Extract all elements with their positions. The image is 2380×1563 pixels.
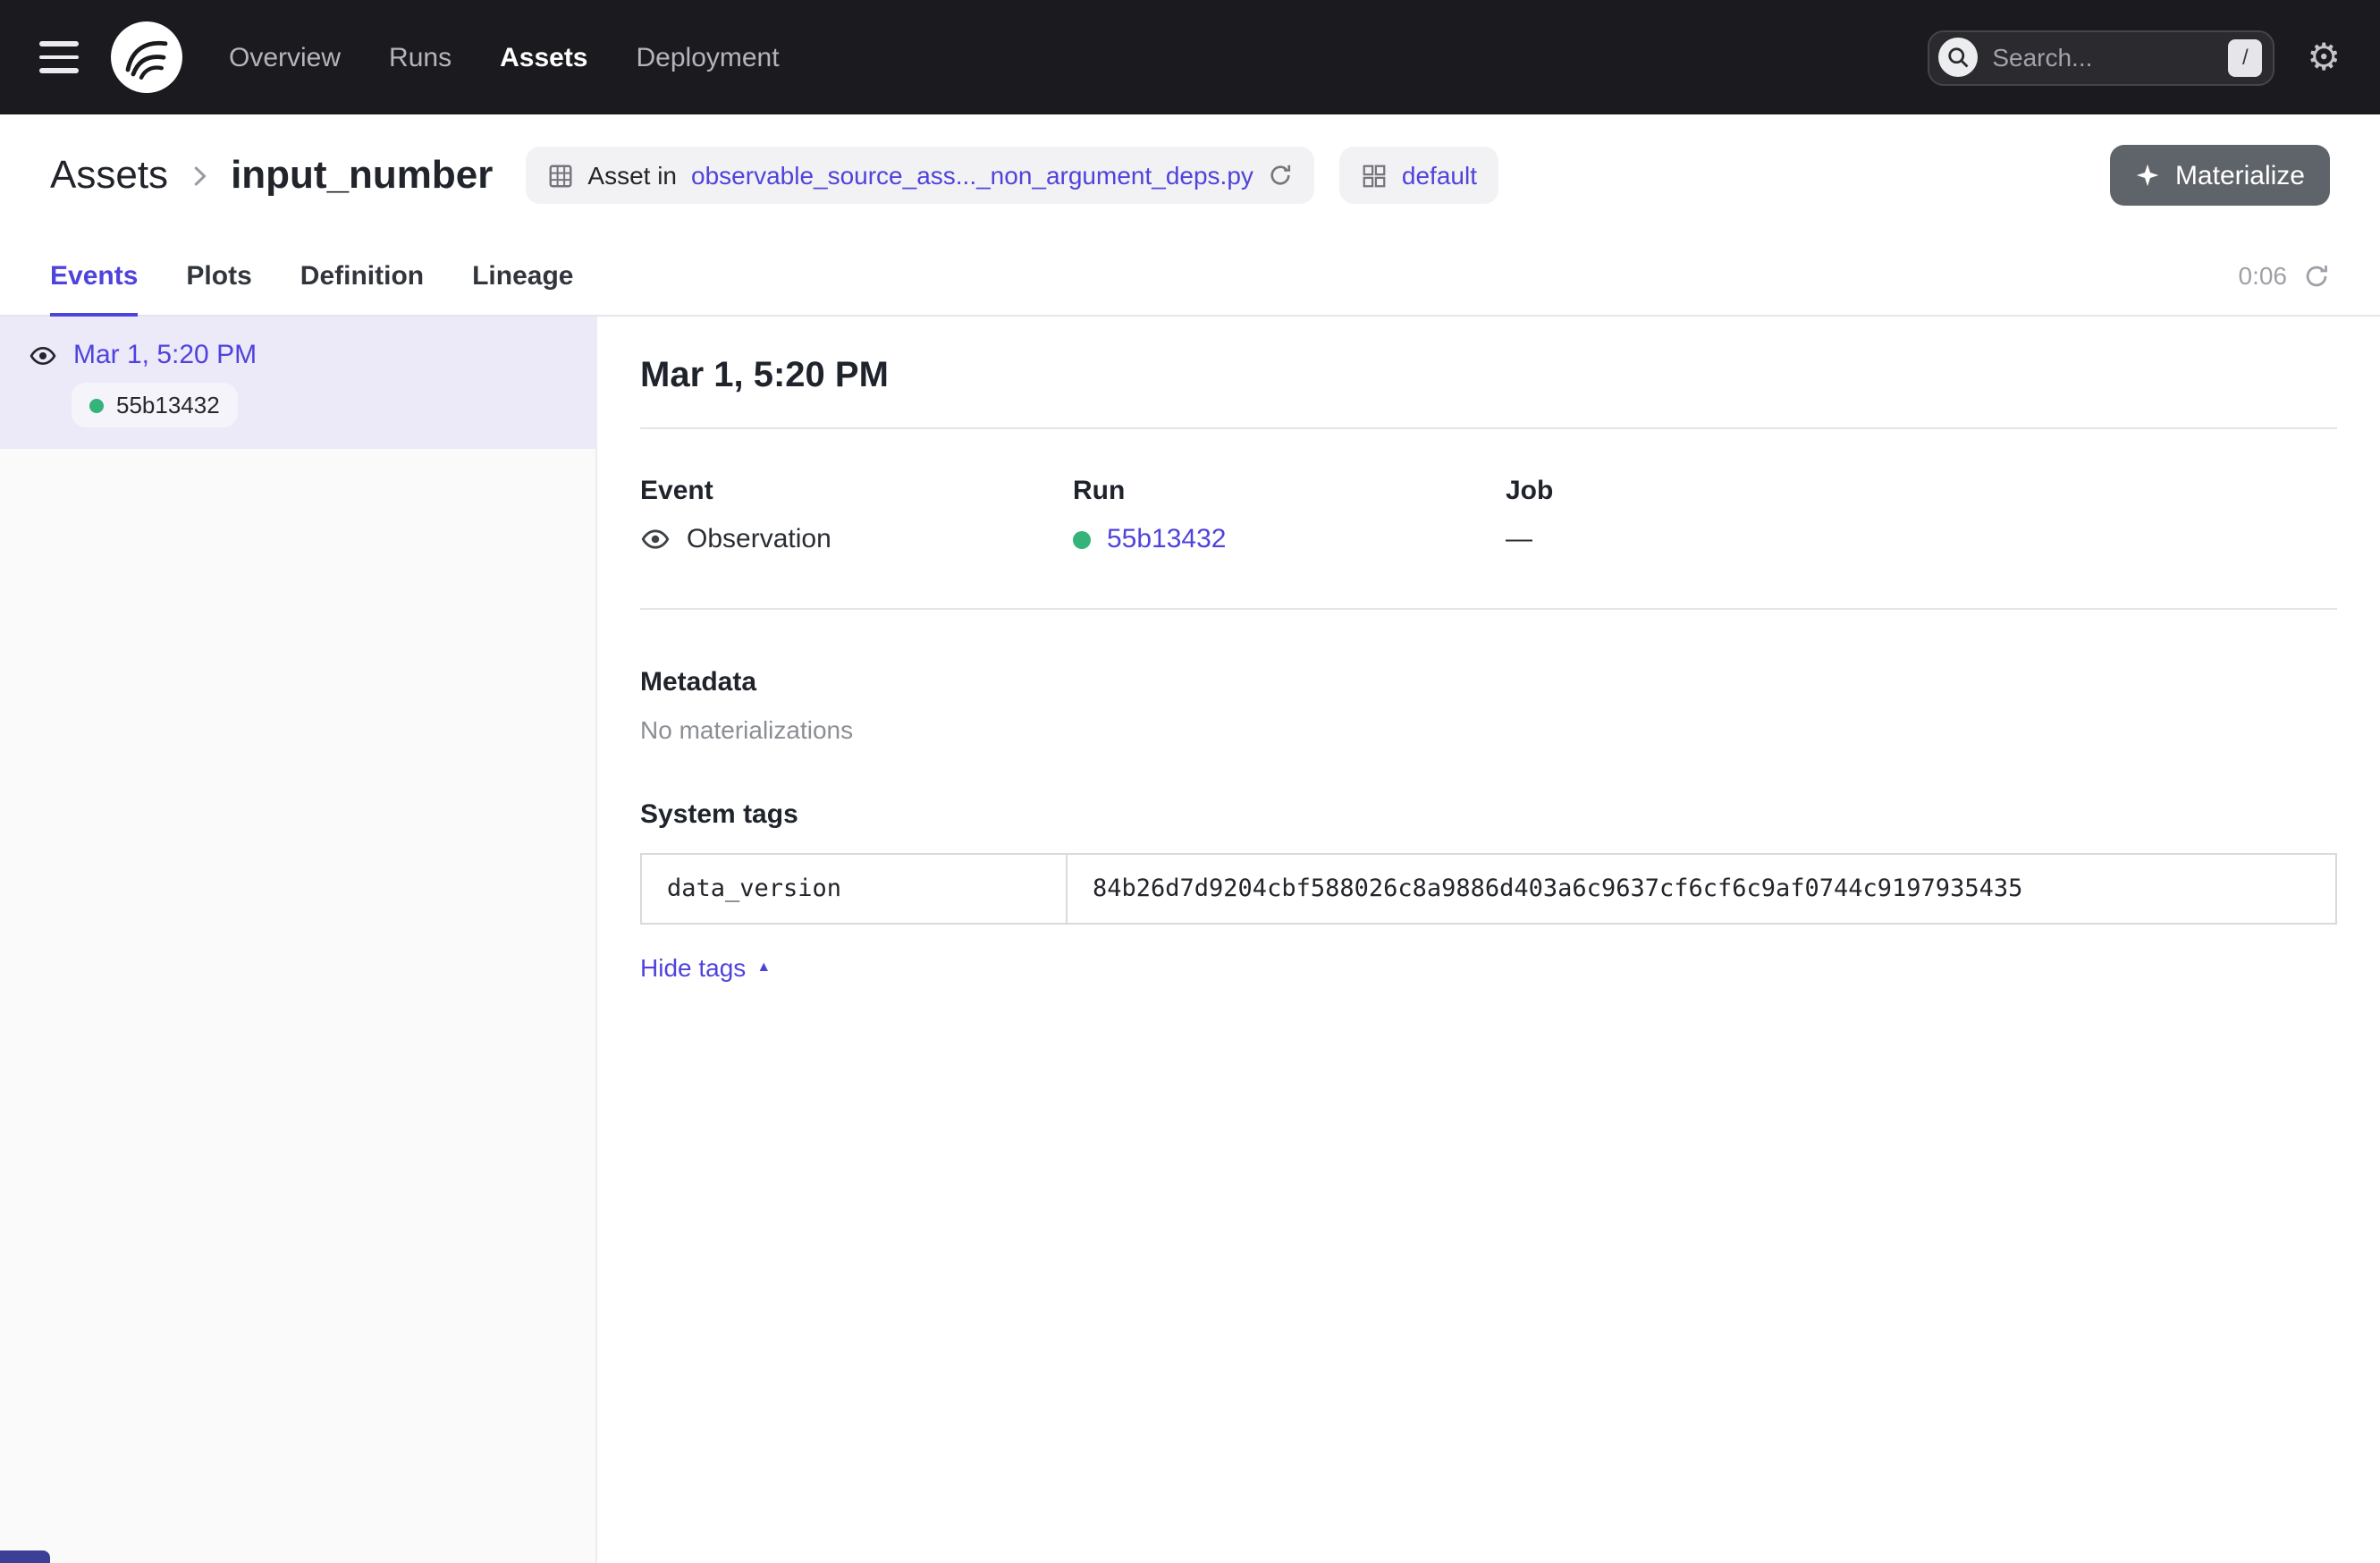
job-empty-value: —: [1506, 524, 1532, 554]
metadata-empty-text: No materializations: [640, 715, 2337, 744]
hide-tags-label: Hide tags: [640, 953, 746, 982]
slash-shortcut-key: /: [2228, 38, 2262, 76]
asset-chip-prefix: Asset in: [587, 161, 677, 190]
run-column: Run 55b13432: [1073, 476, 1506, 554]
nav-item-overview[interactable]: Overview: [229, 42, 341, 72]
job-column: Job —: [1506, 476, 1938, 554]
nav-item-runs[interactable]: Runs: [389, 42, 452, 72]
reload-code-location-icon[interactable]: [1268, 163, 1293, 188]
hide-tags-link[interactable]: Hide tags ▲: [640, 953, 771, 982]
breadcrumb: Assets input_number: [50, 152, 493, 199]
search-box[interactable]: /: [1928, 30, 2275, 85]
system-tags-heading: System tags: [640, 799, 2337, 830]
chevron-right-icon: [186, 162, 213, 189]
divider: [640, 608, 2337, 610]
event-type-value: Observation: [687, 524, 831, 554]
header-chips: Asset in observable_source_ass..._non_ar…: [525, 147, 1498, 204]
page-header: Assets input_number Asset in observable_…: [0, 114, 2380, 236]
divider: [640, 427, 2337, 429]
nav-item-assets[interactable]: Assets: [500, 42, 587, 72]
tab-events[interactable]: Events: [50, 236, 138, 315]
nav-links: Overview Runs Assets Deployment: [229, 42, 780, 72]
run-id-pill: 55b13432: [72, 383, 238, 427]
event-column: Event Observation: [640, 476, 1073, 554]
tab-plots[interactable]: Plots: [186, 236, 251, 315]
tag-row: data_version 84b26d7d9204cbf588026c8a988…: [641, 854, 2336, 924]
repo-icon: [1361, 162, 1388, 189]
refresh-icon[interactable]: [2303, 262, 2330, 289]
run-id-label: 55b13432: [116, 392, 220, 418]
page-title: input_number: [231, 152, 493, 199]
event-detail-panel: Mar 1, 5:20 PM Event Observation: [597, 317, 2380, 1563]
job-column-label: Job: [1506, 476, 1938, 506]
metadata-heading: Metadata: [640, 667, 2337, 697]
nav-item-deployment[interactable]: Deployment: [637, 42, 780, 72]
tab-definition[interactable]: Definition: [300, 236, 424, 315]
event-column-label: Event: [640, 476, 1073, 506]
hamburger-menu-icon[interactable]: [39, 42, 79, 73]
tag-value-cell: 84b26d7d9204cbf588026c8a9886d403a6c9637c…: [1067, 854, 2336, 924]
asset-location-chip: Asset in observable_source_ass..._non_ar…: [525, 147, 1314, 204]
settings-gear-icon[interactable]: ⚙: [2307, 38, 2341, 76]
event-detail-heading: Mar 1, 5:20 PM: [640, 356, 2337, 397]
tab-lineage[interactable]: Lineage: [472, 236, 573, 315]
breadcrumb-assets-link[interactable]: Assets: [50, 152, 168, 199]
asset-grid-icon: [546, 162, 573, 189]
system-tags-table: data_version 84b26d7d9204cbf588026c8a988…: [640, 853, 2337, 925]
caret-up-icon: ▲: [756, 960, 771, 975]
refresh-timer: 0:06: [2239, 236, 2331, 315]
run-id-link[interactable]: 55b13432: [1107, 524, 1227, 554]
asset-file-link[interactable]: observable_source_ass..._non_argument_de…: [691, 161, 1253, 190]
dagster-logo-icon[interactable]: [111, 21, 182, 93]
event-timestamp: Mar 1, 5:20 PM: [73, 340, 257, 370]
repo-location-chip[interactable]: default: [1339, 147, 1498, 204]
eye-icon: [640, 524, 671, 554]
top-nav: Overview Runs Assets Deployment / ⚙: [0, 0, 2380, 114]
run-status-dot-icon: [89, 398, 104, 412]
search-icon: [1938, 38, 1978, 77]
materialize-button[interactable]: Materialize: [2111, 145, 2330, 206]
bottom-left-fragment: [0, 1550, 50, 1563]
run-column-label: Run: [1073, 476, 1506, 506]
sparkle-icon: [2136, 163, 2161, 188]
main-content: Mar 1, 5:20 PM 55b13432 Mar 1, 5:20 PM E…: [0, 317, 2380, 1563]
app-root: Overview Runs Assets Deployment / ⚙ Asse…: [0, 0, 2380, 1563]
tabs-bar: Events Plots Definition Lineage 0:06: [0, 236, 2380, 317]
search-input[interactable]: [1992, 43, 2214, 72]
nav-right: / ⚙: [1928, 30, 2341, 85]
materialize-label: Materialize: [2175, 160, 2305, 190]
tag-key-cell: data_version: [641, 854, 1067, 924]
eye-icon: [29, 341, 57, 369]
repo-location-label: default: [1402, 161, 1477, 190]
event-list-sidebar: Mar 1, 5:20 PM 55b13432: [0, 317, 597, 1563]
run-status-dot-icon: [1073, 530, 1091, 548]
timer-label: 0:06: [2239, 261, 2288, 290]
event-list-item[interactable]: Mar 1, 5:20 PM 55b13432: [0, 317, 595, 449]
event-summary-columns: Event Observation Run: [640, 476, 2337, 554]
